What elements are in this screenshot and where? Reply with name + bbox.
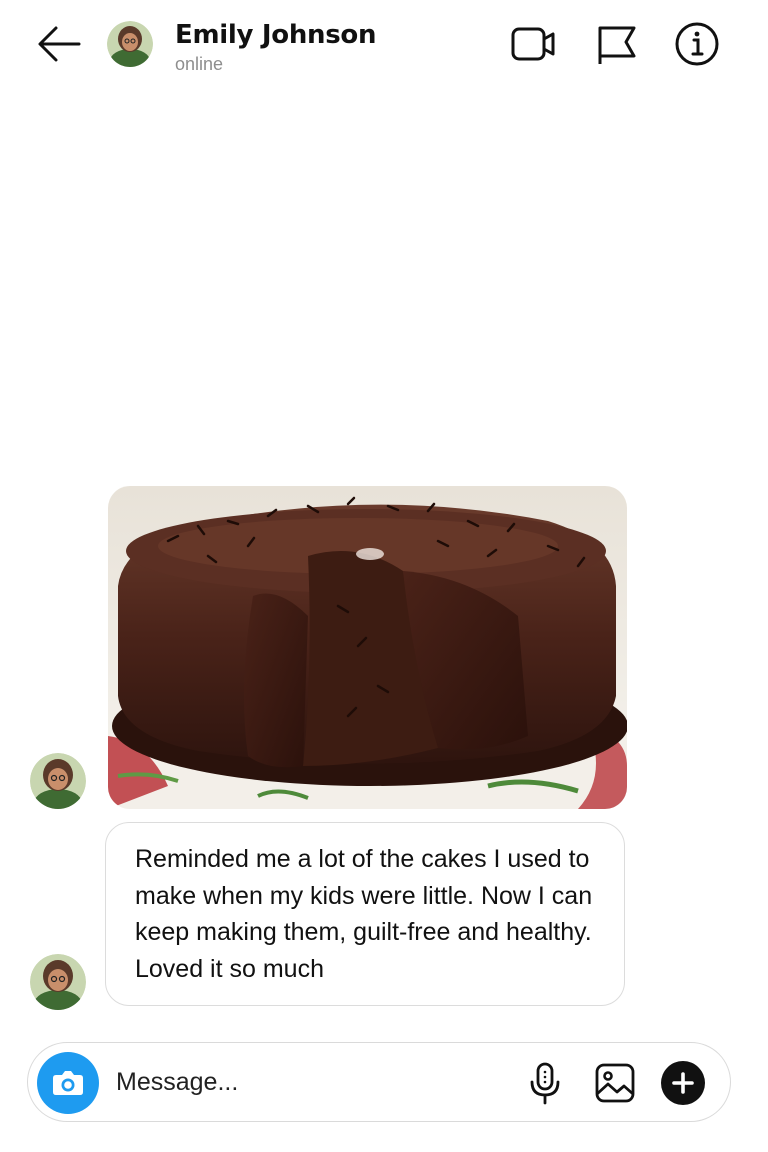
back-button[interactable] [34,22,84,66]
gallery-button[interactable] [593,1061,637,1105]
info-button[interactable] [673,20,721,68]
contact-status: online [175,54,224,74]
image-icon [595,1063,635,1103]
flag-icon [598,26,636,64]
image-message[interactable] [108,486,627,809]
more-options-button[interactable] [661,1061,705,1105]
voice-message-button[interactable] [523,1061,567,1105]
microphone-icon [530,1062,560,1105]
chocolate-cake-photo [108,486,627,809]
camera-button[interactable] [37,1052,99,1114]
avatar[interactable] [30,753,86,809]
plus-icon [672,1072,694,1094]
camera-icon [53,1071,83,1095]
arrow-left-icon [38,26,81,62]
avatar[interactable] [107,21,153,67]
chat-header: Emily Johnson online [0,0,768,96]
video-call-button[interactable] [509,20,557,68]
info-icon [675,22,719,66]
message-bubble[interactable]: Reminded me a lot of the cakes I used to… [105,822,625,1006]
contact-name[interactable]: Emily Johnson [175,20,376,50]
message-input[interactable] [116,1063,496,1101]
message-composer [27,1042,731,1122]
video-camera-icon [511,27,555,61]
report-button[interactable] [592,20,640,68]
avatar[interactable] [30,954,86,1010]
